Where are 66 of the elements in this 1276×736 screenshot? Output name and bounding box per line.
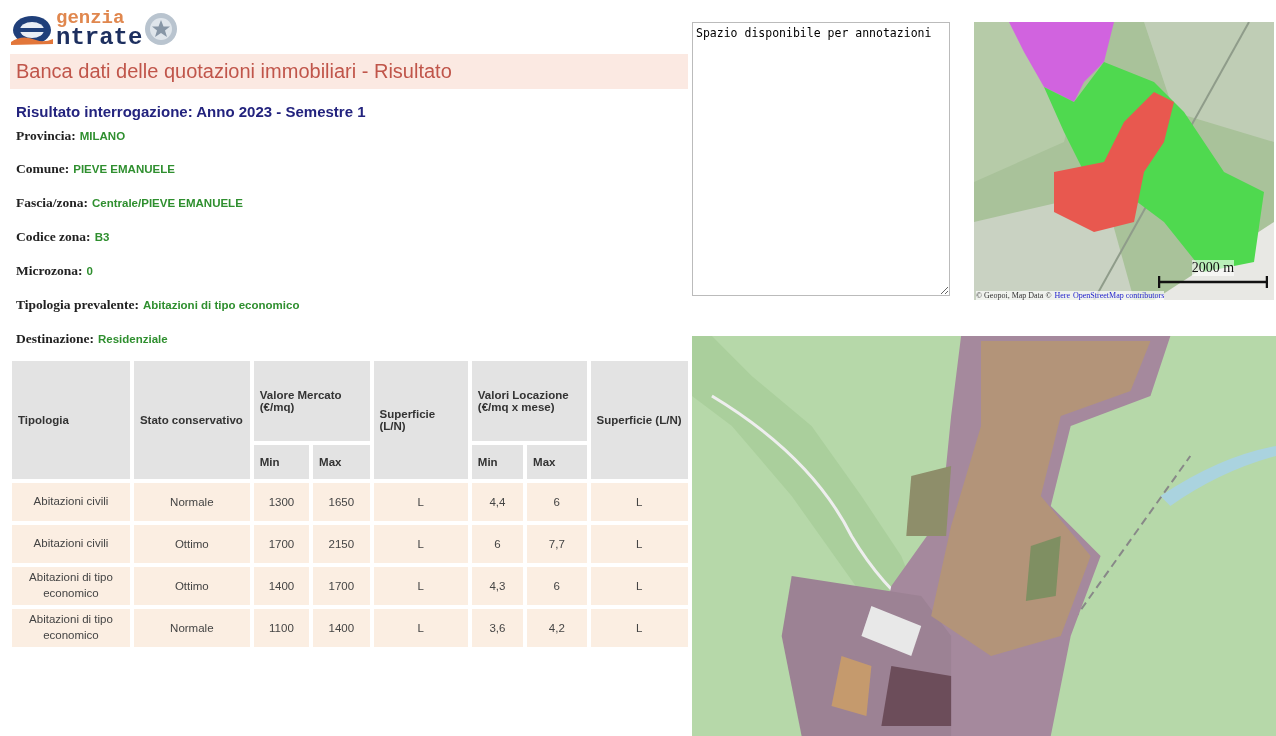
field-label: Fascia/zona: xyxy=(16,195,88,211)
table-cell: 4,3 xyxy=(471,567,524,605)
column-header: Min xyxy=(253,445,310,479)
column-header: Stato conservativo xyxy=(133,361,250,479)
table-cell: 6 xyxy=(527,483,587,521)
table-cell: 1700 xyxy=(253,525,310,563)
table-cell: L xyxy=(590,525,688,563)
table-cell: 1300 xyxy=(253,483,310,521)
table-cell: 4,4 xyxy=(471,483,524,521)
table-cell: L xyxy=(373,525,468,563)
column-header: Superficie (L/N) xyxy=(373,361,468,479)
field-label: Codice zona: xyxy=(16,229,91,245)
table-cell: Normale xyxy=(133,483,250,521)
table-cell: Ottimo xyxy=(133,567,250,605)
table-cell: Ottimo xyxy=(133,525,250,563)
field-value: B3 xyxy=(94,231,110,243)
field-label: Tipologia prevalente: xyxy=(16,297,139,313)
table-cell: 1700 xyxy=(313,567,370,605)
table-cell: Normale xyxy=(133,609,250,647)
table-cell: 1400 xyxy=(313,609,370,647)
attribution-link[interactable]: Here xyxy=(1054,291,1071,300)
table-cell: 4,2 xyxy=(527,609,587,647)
table-cell: L xyxy=(590,567,688,605)
column-header: Tipologia xyxy=(12,361,130,479)
table-cell: 3,6 xyxy=(471,609,524,647)
field-value: PIEVE EMANUELE xyxy=(73,163,175,175)
column-header: Max xyxy=(527,445,587,479)
table-cell: L xyxy=(590,483,688,521)
table-cell: 6 xyxy=(527,567,587,605)
table-cell: 1400 xyxy=(253,567,310,605)
table-cell: L xyxy=(373,483,468,521)
field-value: 0 xyxy=(86,265,93,277)
logo-text: ntrate xyxy=(56,26,143,50)
field-label: Microzona: xyxy=(16,263,83,279)
table-cell: L xyxy=(590,609,688,647)
map-attribution: © Geopoi, Map Data © xyxy=(976,291,1052,300)
field-value: MILANO xyxy=(79,130,126,142)
table-cell: 2150 xyxy=(313,525,370,563)
table-cell: 1100 xyxy=(253,609,310,647)
scale-label: 2000 m xyxy=(1191,260,1235,276)
page-title: Banca dati delle quotazioni immobiliari - Risultato xyxy=(16,60,453,83)
attribution-link[interactable]: OpenStreetMap contributors xyxy=(1073,291,1165,300)
column-header: Min xyxy=(471,445,524,479)
notes-field[interactable]: Spazio disponibile per annotazioni xyxy=(692,22,950,296)
field-value: Residenziale xyxy=(98,333,168,345)
field-label: Destinazione: xyxy=(16,331,94,347)
column-header: Max xyxy=(313,445,370,479)
table-cell: 7,7 xyxy=(527,525,587,563)
emblem-icon xyxy=(144,12,179,46)
result-heading: Risultato interrogazione: Anno 2023 - Semestre 1 xyxy=(16,103,367,120)
table-cell: Abitazioni di tipo economico xyxy=(12,567,130,605)
table-cell: 6 xyxy=(471,525,524,563)
table-cell: L xyxy=(373,567,468,605)
field-value: Centrale/PIEVE EMANUELE xyxy=(92,197,243,209)
table-cell: Abitazioni civili xyxy=(12,483,130,521)
table-cell: L xyxy=(373,609,468,647)
column-header: Superficie (L/N) xyxy=(590,361,688,479)
column-group-header: Valore Mercato (€/mq) xyxy=(253,361,370,441)
table-cell: Abitazioni civili xyxy=(12,525,130,563)
field-value: Abitazioni di tipo economico xyxy=(142,299,300,311)
table-cell: 1650 xyxy=(313,483,370,521)
table-cell: Abitazioni di tipo economico xyxy=(12,609,130,647)
field-label: Provincia: xyxy=(16,128,76,144)
field-label: Comune: xyxy=(16,161,70,177)
column-group-header: Valori Locazione (€/mq x mese) xyxy=(471,361,587,441)
logo-text: genzia xyxy=(56,8,125,27)
